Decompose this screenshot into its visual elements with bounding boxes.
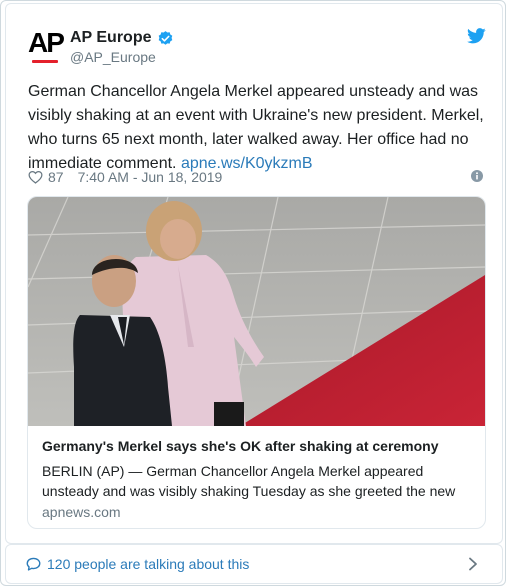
- chevron-right-icon[interactable]: [468, 557, 478, 571]
- link-card-title[interactable]: Germany's Merkel says she's OK after sha…: [42, 438, 439, 454]
- talking-about-link[interactable]: 120 people are talking about this: [47, 556, 249, 572]
- tweet-text: German Chancellor Angela Merkel appeared…: [28, 80, 498, 176]
- heart-icon[interactable]: [28, 170, 43, 184]
- link-card-description: BERLIN (AP) — German Chancellor Angela M…: [42, 463, 456, 499]
- twitter-bird-icon[interactable]: [467, 28, 486, 44]
- like-count[interactable]: 87: [48, 169, 64, 185]
- conversation-footer[interactable]: 120 people are talking about this: [5, 544, 503, 584]
- comment-bubble-icon: [26, 557, 41, 571]
- link-preview-card[interactable]: Germany's Merkel says she's OK after sha…: [27, 196, 486, 529]
- tweet-embed-frame: AP AP Europe @AP_Europe German Chancello…: [0, 0, 506, 586]
- verified-badge-icon: [158, 30, 172, 45]
- author-name-row: AP Europe: [70, 28, 174, 48]
- info-icon[interactable]: [471, 170, 483, 182]
- avatar[interactable]: AP: [28, 28, 66, 68]
- tweet-card: AP AP Europe @AP_Europe German Chancello…: [5, 3, 503, 544]
- tweet-timestamp[interactable]: 7:40 AM - Jun 18, 2019: [78, 169, 223, 185]
- author-name[interactable]: AP Europe: [70, 29, 152, 47]
- tweet-meta-row: 87 7:40 AM - Jun 18, 2019: [28, 168, 222, 186]
- link-card-domain: apnews.com: [42, 504, 121, 520]
- author-handle[interactable]: @AP_Europe: [70, 49, 156, 65]
- news-photo: [28, 197, 485, 426]
- ap-logo-text: AP: [28, 27, 65, 58]
- ap-logo-underline: [32, 60, 58, 63]
